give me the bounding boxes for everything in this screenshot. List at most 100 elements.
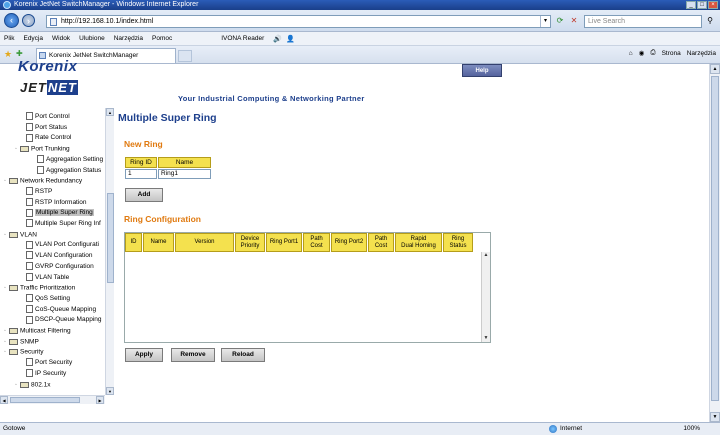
tree-item[interactable]: QoS Setting <box>26 294 70 305</box>
tree-item-label: Multiple Super Ring Inf <box>35 220 101 227</box>
new-tab-button[interactable] <box>178 50 192 62</box>
tree-item[interactable]: DSCP-Queue Mapping <box>26 315 101 326</box>
tree-scroll-left-icon[interactable]: ◀ <box>0 396 8 404</box>
menu-help[interactable]: Pomoc <box>152 35 172 42</box>
address-dropdown-icon[interactable]: ▾ <box>540 16 550 27</box>
ring-table-scrollbar[interactable]: ▲ ▼ <box>481 252 490 342</box>
tree-item[interactable]: Aggregation Setting <box>37 155 103 166</box>
tree-item[interactable]: ◦ Port Trunking <box>15 144 70 155</box>
add-button[interactable]: Add <box>125 188 163 202</box>
zoom-level[interactable]: 100% <box>683 423 700 435</box>
tree-item-label: Network Redundancy <box>20 177 83 185</box>
document-icon <box>26 358 33 367</box>
print-icon[interactable]: ⎙ <box>650 49 655 57</box>
tree-item[interactable]: ◦ 802.1x <box>15 380 51 391</box>
apply-button[interactable]: Apply <box>125 348 163 362</box>
window-title: Korenix JetNet SwitchManager - Windows I… <box>14 1 199 8</box>
reload-button[interactable]: Reload <box>221 348 265 362</box>
document-icon <box>26 240 33 249</box>
page-menu[interactable]: Strona <box>662 50 681 57</box>
document-icon <box>26 369 33 378</box>
tools-menu[interactable]: Narzędzia <box>687 50 716 57</box>
home-icon[interactable]: ⌂ <box>629 50 633 57</box>
tree-item[interactable]: VLAN Table <box>26 272 70 284</box>
ivona-reader-button[interactable]: IVONA Reader <box>221 35 264 42</box>
folder-icon <box>9 285 18 292</box>
tree-item-label: 802.1x <box>31 381 51 389</box>
tree-item[interactable]: Aggregation Status <box>37 165 101 177</box>
menu-tools[interactable]: Narzędzia <box>114 35 143 42</box>
tree-item[interactable]: ◦ SNMP <box>4 337 39 348</box>
tree-item[interactable]: IP Security <box>26 369 66 380</box>
feeds-icon[interactable]: ◉ <box>639 49 645 57</box>
tree-scroll-right-icon[interactable]: ▶ <box>96 396 104 404</box>
tree-item[interactable]: ◦ VLAN <box>4 230 37 241</box>
tree-scroll-thumb[interactable] <box>107 193 114 283</box>
ring-scroll-up-icon[interactable]: ▲ <box>482 252 490 259</box>
tree-scroll-up-icon[interactable]: ▲ <box>106 108 114 116</box>
tree-item[interactable]: ◦ Network Redundancy <box>4 176 82 187</box>
page-scroll-up-icon[interactable]: ▲ <box>710 64 720 74</box>
stop-icon[interactable]: ✕ <box>568 15 580 27</box>
page-vertical-scrollbar[interactable]: ▲ ▼ <box>709 64 720 422</box>
page-scroll-thumb[interactable] <box>711 76 719 401</box>
tree-item[interactable]: Multiple Super Ring Inf <box>26 219 101 230</box>
folder-icon <box>9 338 18 345</box>
ring-name-header: Name <box>158 157 211 168</box>
folder-icon <box>9 231 18 238</box>
ring-name-input[interactable]: Ring1 <box>158 169 211 179</box>
tree-item-label: SNMP <box>20 338 39 346</box>
page-scroll-down-icon[interactable]: ▼ <box>710 412 720 422</box>
search-input[interactable]: Live Search <box>584 15 702 28</box>
document-icon <box>26 272 33 281</box>
minimize-button[interactable]: _ <box>686 1 696 9</box>
tree-item-label: VLAN Table <box>35 273 70 281</box>
tree-item-label: RSTP Information <box>35 198 87 206</box>
maximize-button[interactable]: □ <box>697 1 707 9</box>
tree-item[interactable]: GVRP Configuration <box>26 262 94 273</box>
tree-item[interactable]: RSTP <box>26 187 52 198</box>
tree-item-label: Rate Control <box>35 134 72 142</box>
document-icon <box>37 155 44 164</box>
favorites-star-icon[interactable]: ★ <box>4 49 12 60</box>
tree-item[interactable]: Port Security <box>26 358 72 369</box>
document-icon <box>26 315 33 324</box>
add-favorites-icon[interactable]: ✚ <box>16 49 23 58</box>
tree-item[interactable]: CoS-Queue Mapping <box>26 304 96 316</box>
tree-item[interactable]: ◦ Multicast Filtering <box>4 326 71 337</box>
tree-vertical-scrollbar[interactable]: ▲ ▼ <box>105 108 114 395</box>
remove-button[interactable]: Remove <box>171 348 215 362</box>
tree-scroll-down-icon[interactable]: ▼ <box>106 387 114 395</box>
reader-settings-icon[interactable]: 👤 <box>286 35 295 43</box>
menu-edit[interactable]: Edycja <box>23 35 43 42</box>
tree-item[interactable]: ◦ Traffic Prioritization <box>4 283 75 294</box>
ring-scroll-down-icon[interactable]: ▼ <box>482 335 490 342</box>
ring-id-input[interactable]: 1 <box>125 169 157 179</box>
col-ring-port1: Ring Port1 <box>266 233 302 252</box>
help-button[interactable]: Help <box>462 64 502 77</box>
address-bar[interactable]: http://192.168.10.1/index.html ▾ <box>46 15 551 28</box>
tree-item-label: Security <box>20 349 44 357</box>
close-window-button[interactable]: × <box>708 1 718 9</box>
forward-button[interactable]: › <box>22 14 35 27</box>
tree-item[interactable]: Multiple Super Ring <box>26 208 94 219</box>
search-icon[interactable]: ⚲ <box>703 15 717 28</box>
tree-item[interactable]: RSTP Information <box>26 197 87 209</box>
tree-item[interactable]: Port Status <box>26 122 67 134</box>
tree-horizontal-scrollbar[interactable]: ◀ ▶ <box>0 395 105 404</box>
tree-item[interactable]: Port Control <box>26 112 70 123</box>
tree-item[interactable]: Rate Control <box>26 133 72 144</box>
tree-item-label: VLAN <box>20 231 37 239</box>
refresh-icon[interactable]: ⟳ <box>554 15 566 27</box>
reader-icon[interactable]: 🔊 <box>273 35 282 43</box>
menu-favorites[interactable]: Ulubione <box>79 35 105 42</box>
tree-item-label: RSTP <box>35 187 53 195</box>
menu-file[interactable]: Plik <box>4 35 14 42</box>
menu-view[interactable]: Widok <box>52 35 70 42</box>
tree-hscroll-thumb[interactable] <box>10 397 80 403</box>
back-button[interactable]: ‹ <box>4 13 19 28</box>
tree-item[interactable]: VLAN Configuration <box>26 251 92 262</box>
tree-item[interactable]: VLAN Port Configurati <box>26 240 99 251</box>
col-id: ID <box>125 233 142 252</box>
tree-item[interactable]: ◦ Security <box>4 347 43 358</box>
